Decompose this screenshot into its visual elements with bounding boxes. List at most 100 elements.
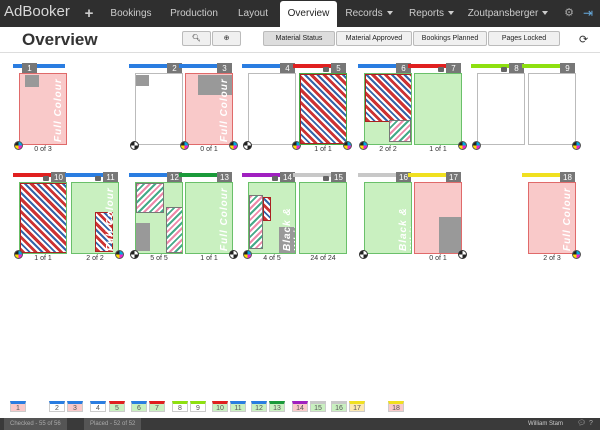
- page-body[interactable]: Full Colour: [19, 73, 67, 145]
- top-navbar: AdBooker + Bookings Production Layout Ov…: [0, 0, 600, 27]
- mono-mode-icon: [130, 250, 139, 259]
- page-body[interactable]: Full Colour: [71, 182, 119, 254]
- page-body[interactable]: [135, 182, 183, 254]
- mono-mode-icon: [243, 141, 252, 150]
- placed-ad[interactable]: [300, 74, 346, 144]
- page-body[interactable]: Full Colour: [528, 73, 576, 145]
- nav-overview[interactable]: Overview: [280, 1, 337, 27]
- legend-page[interactable]: 7: [149, 401, 165, 412]
- booking-count: 1 of 1: [314, 146, 332, 153]
- nav-reports[interactable]: Reports: [401, 0, 462, 27]
- placeholder-ad[interactable]: [136, 223, 150, 251]
- page-body[interactable]: Black & White: [364, 182, 412, 254]
- app-brand[interactable]: AdBooker: [4, 3, 70, 20]
- chat-icon[interactable]: 💬︎: [577, 418, 586, 430]
- nav-records[interactable]: Records: [337, 0, 401, 27]
- gear-icon[interactable]: ⚙: [562, 0, 576, 27]
- colour-mode-icon: [115, 250, 124, 259]
- legend-page[interactable]: 3: [67, 401, 83, 412]
- placed-ad[interactable]: [263, 197, 271, 221]
- legend-page[interactable]: 6: [131, 401, 147, 412]
- mono-mode-icon: [229, 250, 238, 259]
- page-body[interactable]: Full Colour: [477, 73, 525, 145]
- nav-publication-label: Zoutpansberger: [467, 8, 539, 19]
- add-button[interactable]: +: [78, 0, 100, 27]
- nav-layout[interactable]: Layout: [226, 0, 280, 27]
- page-body[interactable]: Full Colour: [185, 182, 233, 254]
- filter-material-approved[interactable]: Material Approved: [336, 31, 412, 46]
- mono-mode-icon: [458, 250, 467, 259]
- placeholder-ad[interactable]: [25, 75, 39, 87]
- page-body[interactable]: [299, 73, 347, 145]
- legend-page[interactable]: 8: [172, 401, 188, 412]
- legend-page[interactable]: 17: [349, 401, 365, 412]
- page-body[interactable]: Black & White: [248, 182, 296, 254]
- legend-page[interactable]: 10: [212, 401, 228, 412]
- colour-watermark: Full Colour: [219, 78, 230, 142]
- lock-icon: [438, 67, 444, 72]
- page-body[interactable]: Full Colour: [185, 73, 233, 145]
- refresh-icon[interactable]: ⟳: [579, 33, 588, 46]
- page-body[interactable]: Black & White: [135, 73, 183, 145]
- placeholder-ad[interactable]: [136, 75, 149, 86]
- chevron-down-icon: [386, 11, 393, 16]
- placed-ad[interactable]: [249, 195, 263, 249]
- zoom-out-button[interactable]: 🔍︎: [182, 31, 211, 46]
- colour-watermark: Black & White: [282, 98, 296, 142]
- placed-ad[interactable]: [389, 120, 411, 142]
- legend-page[interactable]: 15: [310, 401, 326, 412]
- colour-watermark: Full Colour: [53, 78, 64, 142]
- legend-page[interactable]: 11: [230, 401, 246, 412]
- placed-ad[interactable]: [20, 183, 66, 253]
- legend-page[interactable]: 2: [49, 401, 65, 412]
- legend-page[interactable]: 5: [109, 401, 125, 412]
- placeholder-ad[interactable]: [439, 217, 461, 253]
- page-body[interactable]: [414, 73, 462, 145]
- booking-count: 2 of 2: [86, 255, 104, 262]
- placed-ad[interactable]: [136, 183, 164, 213]
- legend-page[interactable]: 16: [331, 401, 347, 412]
- colour-mode-icon: [572, 250, 581, 259]
- booking-count: 1 of 1: [200, 255, 218, 262]
- page-body[interactable]: [299, 182, 347, 254]
- legend-page[interactable]: 12: [251, 401, 267, 412]
- colour-watermark: Full Colour: [105, 187, 116, 251]
- page-body[interactable]: Black & White: [248, 73, 296, 145]
- filter-bookings-planned[interactable]: Bookings Planned: [413, 31, 487, 46]
- page-body[interactable]: Full Colour: [528, 182, 576, 254]
- legend-page[interactable]: 9: [190, 401, 206, 412]
- checked-status: Checked - 55 of 56: [4, 418, 67, 430]
- filter-material-status[interactable]: Material Status: [263, 31, 335, 46]
- chevron-down-icon: [448, 11, 454, 16]
- colour-watermark: Full Colour: [562, 78, 573, 142]
- legend-page[interactable]: 18: [388, 401, 404, 412]
- zoom-in-icon: ⊕: [223, 35, 230, 42]
- nav-publication[interactable]: Zoutpansberger: [462, 0, 554, 27]
- legend-page[interactable]: 1: [10, 401, 26, 412]
- placed-ad[interactable]: [166, 207, 182, 253]
- filter-pages-locked[interactable]: Pages Locked: [488, 31, 560, 46]
- colour-watermark: Full Colour: [511, 78, 522, 142]
- page-body[interactable]: [414, 182, 462, 254]
- colour-mode-icon: [180, 141, 189, 150]
- logout-icon[interactable]: ⇥: [580, 0, 596, 27]
- colour-mode-icon: [14, 250, 23, 259]
- nav-reports-label: Reports: [408, 8, 444, 19]
- nav-bookings[interactable]: Bookings: [100, 0, 162, 27]
- placed-ad[interactable]: [365, 74, 411, 122]
- page-body[interactable]: [364, 73, 412, 145]
- legend-page[interactable]: 4: [90, 401, 106, 412]
- zoom-in-button[interactable]: ⊕: [212, 31, 241, 46]
- colour-mode-icon: [572, 141, 581, 150]
- page-body[interactable]: [19, 182, 67, 254]
- booking-count: 2 of 3: [543, 255, 561, 262]
- help-icon[interactable]: ?: [589, 418, 593, 430]
- user-name[interactable]: William Stam: [528, 418, 563, 430]
- lock-icon: [323, 176, 329, 181]
- legend-page[interactable]: 14: [292, 401, 308, 412]
- colour-mode-icon: [343, 141, 352, 150]
- legend-page[interactable]: 13: [269, 401, 285, 412]
- nav-production[interactable]: Production: [162, 0, 226, 27]
- booking-count: 4 of 5: [263, 255, 281, 262]
- lock-icon: [501, 67, 507, 72]
